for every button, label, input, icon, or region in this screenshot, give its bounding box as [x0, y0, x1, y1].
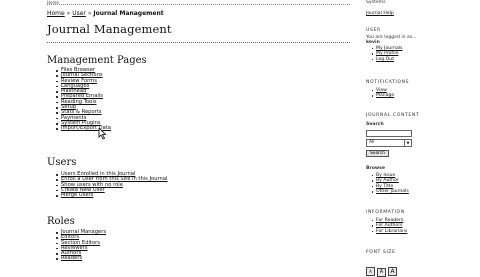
search-scope-value: All	[369, 140, 375, 145]
sidebar-link-label[interactable]: My Profile	[376, 51, 398, 56]
title-divider	[47, 42, 350, 43]
font-size-medium-button[interactable]: A	[377, 268, 386, 277]
logged-in-username: kevin	[366, 40, 380, 45]
notifications-links: View Manage	[372, 88, 394, 99]
information-links: For Readers For Authors For Librarians	[372, 218, 407, 234]
journal-help-label[interactable]: Journal Help	[366, 11, 394, 16]
notifications-manage-link[interactable]: Manage	[372, 93, 394, 98]
log-out-link[interactable]: Log Out	[372, 57, 402, 62]
breadcrumb: Home » User » Journal Management	[47, 10, 164, 17]
management-pages-heading: Management Pages	[47, 55, 147, 66]
font-size-heading: FONT SIZE	[366, 250, 396, 255]
browse-links: By Issue By Author By Title Other Journa…	[372, 173, 409, 195]
notifications-heading: NOTIFICATIONS	[366, 80, 410, 85]
users-link-label[interactable]: Merge Users	[61, 192, 93, 198]
sidebar-link-label[interactable]: For Authors	[376, 223, 403, 228]
chevron-down-icon: ▼	[404, 140, 411, 146]
breadcrumb-home-link[interactable]: Home	[47, 10, 65, 17]
page-title: Journal Management	[47, 22, 172, 36]
sidebar-link-label[interactable]: By Author	[376, 178, 399, 183]
search-label: Search	[366, 122, 384, 127]
roles-list: Journal Managers Editors Section Editors…	[56, 229, 106, 262]
search-button[interactable]: Search	[366, 150, 390, 157]
font-size-large-button[interactable]: A	[388, 267, 397, 276]
font-size-controls: AAA	[366, 258, 399, 277]
roles-heading: Roles	[47, 216, 75, 227]
sidebar-link-label[interactable]: Other Journals	[376, 189, 409, 194]
sidebar-link-label[interactable]: Log Out	[376, 57, 394, 62]
for-librarians-link[interactable]: For Librarians	[372, 229, 407, 234]
roles-link-readers[interactable]: Readers	[56, 256, 106, 261]
browse-label: Browse	[366, 166, 386, 171]
breadcrumb-user-link[interactable]: User	[72, 10, 86, 17]
management-pages-list: Files Browser Journal Sections Review Fo…	[56, 67, 111, 132]
sidebar-link-label[interactable]: For Librarians	[376, 229, 407, 234]
font-size-small-button[interactable]: A	[366, 267, 375, 276]
information-heading: INFORMATION	[366, 210, 405, 215]
users-list: Users Enrolled in this Journal Enroll a …	[56, 171, 167, 198]
users-heading: Users	[47, 157, 77, 168]
sidebar-link-label[interactable]: Manage	[376, 93, 394, 98]
breadcrumb-current: Journal Management	[93, 10, 164, 17]
mouse-cursor-icon	[98, 128, 107, 140]
roles-link-label[interactable]: Readers	[61, 255, 82, 261]
top-divider	[47, 4, 350, 5]
journal-help-link[interactable]: Journal Help	[366, 11, 394, 16]
journal-content-heading: JOURNAL CONTENT	[366, 113, 420, 118]
search-scope-select[interactable]: All ▼	[366, 139, 412, 147]
user-links: My Journals My Profile Log Out	[372, 46, 402, 62]
other-journals-link[interactable]: Other Journals	[372, 189, 409, 194]
sidebar-top-fragment: Systems	[366, 0, 386, 5]
users-link-merge[interactable]: Merge Users	[56, 193, 167, 198]
user-block-heading: USER	[366, 28, 381, 33]
search-input[interactable]	[366, 130, 412, 137]
